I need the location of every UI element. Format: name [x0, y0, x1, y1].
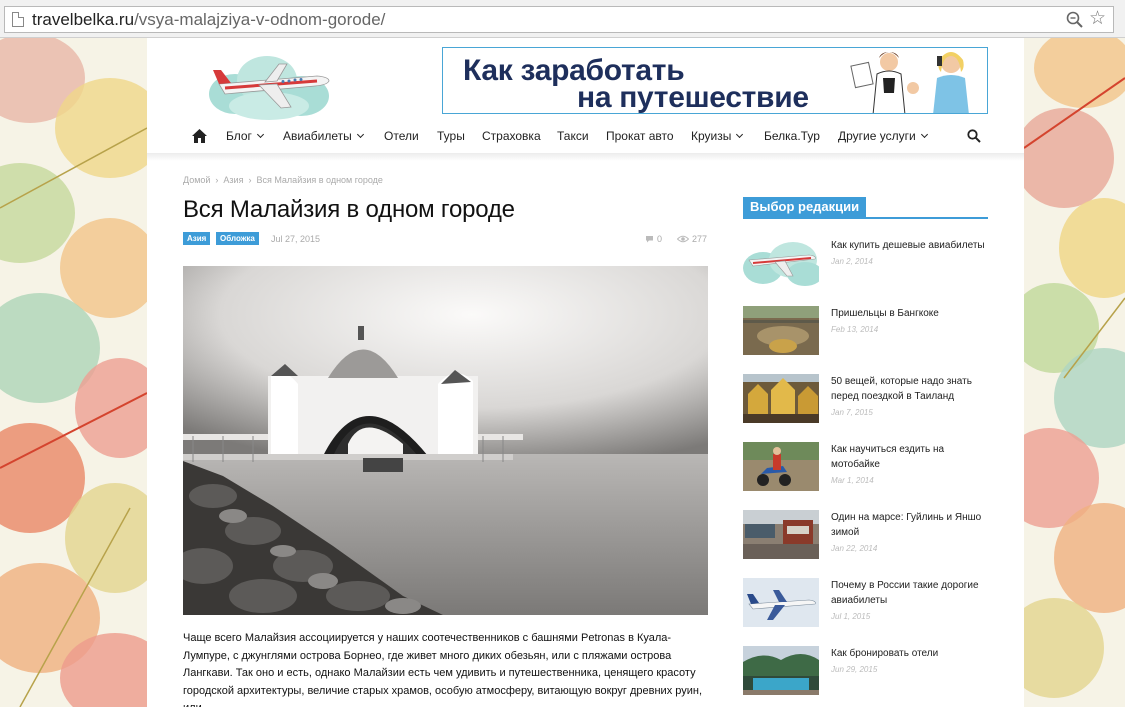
main-nav: Блог Авиабилеты Отели Туры Страховка Так… — [147, 124, 1024, 152]
nav-item-other-services[interactable]: Другие услуги — [838, 129, 928, 143]
post-date: Jan 22, 2014 — [831, 544, 878, 553]
post-title[interactable]: Почему в России такие дорогие авиабилеты — [831, 580, 979, 606]
post-title[interactable]: Как научиться ездить на мотобайке — [831, 444, 944, 470]
breadcrumb-home[interactable]: Домой — [183, 175, 210, 185]
chevron-down-icon — [256, 130, 264, 139]
sidebar-post[interactable]: Один на марсе: Гуйлинь и Яншо зимой Jan 2… — [743, 510, 988, 560]
site-container: Как заработать на путешествие Блог Авиаб… — [147, 38, 1024, 707]
post-title[interactable]: Пришельцы в Бангкоке — [831, 308, 939, 319]
post-thumbnail[interactable] — [743, 510, 819, 559]
tag-asia[interactable]: Азия — [183, 232, 211, 245]
sidebar-post[interactable]: Пришельцы в Бангкоке Feb 13, 2014 — [743, 306, 988, 356]
breadcrumb: Домой › Азия › Вся Малайзия в одном городе — [183, 175, 383, 185]
chevron-down-icon — [736, 130, 744, 139]
post-title[interactable]: Как бронировать отели — [831, 648, 938, 659]
article-body: Чаще всего Малайзия ассоциируется у наши… — [183, 632, 703, 707]
zoom-icon[interactable] — [1066, 11, 1083, 28]
post-title[interactable]: Один на марсе: Гуйлинь и Яншо зимой — [831, 512, 981, 538]
nav-item-blog[interactable]: Блог — [226, 129, 264, 143]
url-text[interactable]: travelbelka.ru/vsya-malajziya-v-odnom-go… — [32, 10, 385, 30]
star-icon[interactable]: ☆ — [1089, 9, 1106, 29]
page-icon — [12, 12, 24, 27]
ad-banner[interactable]: Как заработать на путешествие — [442, 47, 988, 114]
breadcrumb-current: Вся Малайзия в одном городе — [256, 175, 383, 185]
sidebar-post[interactable]: Как бронировать отели Jun 29, 2015 — [743, 646, 988, 696]
post-thumbnail[interactable] — [743, 578, 819, 627]
post-thumbnail[interactable] — [743, 646, 819, 695]
sidebar-post[interactable]: Как купить дешевые авиабилеты Jan 2, 2014 — [743, 238, 988, 288]
sidebar-post[interactable]: Почему в России такие дорогие авиабилеты… — [743, 578, 988, 628]
banner-illustration — [850, 52, 969, 113]
search-icon[interactable] — [967, 129, 981, 143]
nav-item-cruises[interactable]: Круизы — [691, 129, 744, 143]
post-thumbnail[interactable] — [743, 442, 819, 491]
nav-item-tours[interactable]: Туры — [437, 129, 465, 143]
address-bar[interactable]: travelbelka.ru/vsya-malajziya-v-odnom-go… — [4, 6, 1114, 33]
nav-item-taxi[interactable]: Такси — [557, 129, 589, 143]
sidebar-post[interactable]: 50 вещей, которые надо знать перед поезд… — [743, 374, 988, 424]
post-date: Jan 7, 2015 — [831, 408, 873, 417]
post-date: Feb 13, 2014 — [831, 325, 879, 334]
wallpaper-left — [0, 38, 147, 707]
chevron-down-icon — [920, 130, 928, 139]
site-logo[interactable] — [205, 50, 335, 122]
post-date: Jul 1, 2015 — [831, 612, 871, 621]
nav-item-flights[interactable]: Авиабилеты — [283, 129, 364, 143]
post-title[interactable]: Как купить дешевые авиабилеты — [831, 240, 985, 251]
featured-image[interactable] — [183, 266, 708, 615]
nav-item-car-rental[interactable]: Прокат авто — [606, 129, 674, 143]
nav-item-insurance[interactable]: Страховка — [482, 129, 541, 143]
sidebar-heading: Выбор редакции — [743, 197, 988, 219]
article-title: Вся Малайзия в одном городе — [183, 196, 515, 223]
url-host: travelbelka.ru — [32, 10, 135, 29]
post-thumbnail[interactable] — [743, 374, 819, 423]
eye-icon — [676, 235, 690, 243]
breadcrumb-separator: › — [215, 175, 219, 185]
wallpaper-right — [1024, 38, 1125, 707]
breadcrumb-separator: › — [248, 175, 252, 185]
comment-count[interactable]: 0 — [645, 234, 662, 244]
post-thumbnail[interactable] — [743, 238, 819, 287]
comment-icon — [646, 236, 653, 243]
post-date: Mar 1, 2014 — [831, 476, 874, 485]
nav-item-hotels[interactable]: Отели — [384, 129, 419, 143]
nav-divider — [147, 153, 1024, 161]
post-date: Jan 2, 2014 — [831, 257, 873, 266]
post-date: Jun 29, 2015 — [831, 665, 878, 674]
browser-toolbar: travelbelka.ru/vsya-malajziya-v-odnom-go… — [0, 0, 1125, 38]
sidebar-post[interactable]: Как научиться ездить на мотобайке Mar 1, … — [743, 442, 988, 492]
view-count: 277 — [676, 234, 707, 244]
nav-item-belka-tour[interactable]: Белка.Тур — [764, 129, 820, 143]
tag-cover[interactable]: Обложка — [216, 232, 259, 245]
breadcrumb-category[interactable]: Азия — [223, 175, 243, 185]
home-icon[interactable] — [191, 128, 208, 144]
post-thumbnail[interactable] — [743, 306, 819, 355]
url-path: /vsya-malajziya-v-odnom-gorode/ — [134, 10, 386, 29]
article-date: Jul 27, 2015 — [271, 234, 321, 244]
chevron-down-icon — [356, 130, 364, 139]
post-title[interactable]: 50 вещей, которые надо знать перед поезд… — [831, 376, 972, 402]
banner-line-2: на путешествие — [577, 81, 809, 114]
